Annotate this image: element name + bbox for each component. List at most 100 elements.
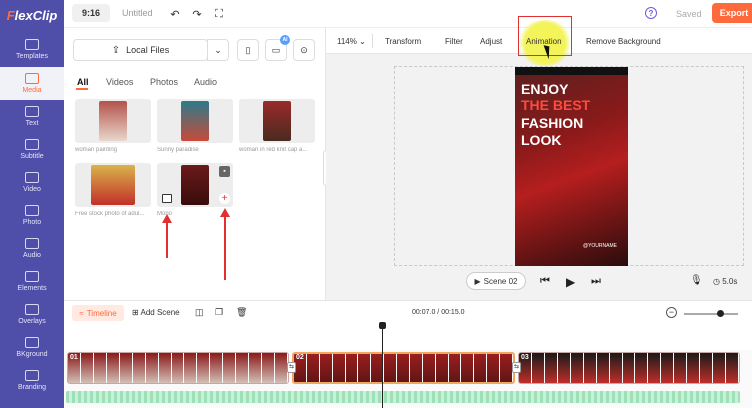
tab-videos[interactable]: Videos <box>106 77 133 87</box>
fullscreen-icon[interactable]: ⛶ <box>212 7 226 21</box>
duplicate-icon[interactable]: ❐ <box>215 307 223 318</box>
transform-button[interactable]: Transform <box>385 37 421 46</box>
clock-icon: ◷ <box>713 277 723 286</box>
clip-frame <box>609 353 622 383</box>
sidebar-item-subtitle[interactable]: Subtitle <box>0 133 64 166</box>
sidebar-label: Text <box>25 120 39 127</box>
media-thumbnail[interactable] <box>75 99 151 143</box>
clip-frame <box>332 354 345 382</box>
flexclip-logo[interactable]: FlexClip <box>0 0 64 30</box>
add-to-timeline-icon[interactable]: + <box>219 193 230 204</box>
sidebar-label: Branding <box>17 384 47 391</box>
media-thumbnail[interactable] <box>75 163 151 207</box>
export-button[interactable]: Export <box>712 3 752 23</box>
project-title[interactable]: Untitled <box>122 8 153 18</box>
timecode: 00:07.0 / 00:15.0 <box>412 309 465 316</box>
help-icon[interactable]: ? <box>645 7 657 19</box>
undo-icon[interactable]: ↶ <box>168 7 182 21</box>
clip-frame <box>184 353 197 383</box>
sidebar-item-text[interactable]: Text <box>0 100 64 133</box>
delete-icon[interactable]: ▪ <box>219 166 230 177</box>
playhead-handle[interactable] <box>379 322 386 329</box>
clip-frame <box>461 354 474 382</box>
tab-audio[interactable]: Audio <box>194 77 217 87</box>
clip-frame <box>197 353 210 383</box>
play-icon[interactable]: ▶ <box>566 275 575 289</box>
sidebar-item-bkground[interactable]: BKground <box>0 331 64 364</box>
sidebar-label: BKground <box>16 351 48 358</box>
scene-selector[interactable]: ▶ Scene 02 <box>466 272 526 290</box>
timeline-zoom-slider[interactable] <box>684 313 738 315</box>
clip-frame <box>648 353 661 383</box>
preview-text-line[interactable]: ENJOY <box>521 81 568 97</box>
sidebar-item-elements[interactable]: Elements <box>0 265 64 298</box>
playhead[interactable] <box>382 324 383 408</box>
clip-frame <box>275 353 287 383</box>
phone-upload-button[interactable]: ▯ <box>237 39 259 61</box>
preview-text-line[interactable]: THE BEST <box>521 97 590 113</box>
tab-all[interactable]: All <box>77 77 89 87</box>
zoom-dropdown[interactable]: 114% ⌄ <box>337 37 366 46</box>
redo-icon[interactable]: ↷ <box>190 7 204 21</box>
split-icon[interactable]: ◫ <box>195 307 204 318</box>
audio-track[interactable] <box>66 391 740 403</box>
sidebar-item-video[interactable]: Video <box>0 166 64 199</box>
sidebar-item-audio[interactable]: Audio <box>0 232 64 265</box>
preview-text-line[interactable]: FASHION <box>521 115 583 131</box>
scene-clip-1[interactable] <box>67 352 289 384</box>
duration-value: 5.0s <box>722 277 738 286</box>
next-icon[interactable]: ⏭ <box>591 275 601 288</box>
remove-background-button[interactable]: Remove Background <box>586 37 661 46</box>
clip-frame <box>384 354 396 382</box>
local-files-button[interactable]: ⇪ Local Files <box>73 39 208 61</box>
zoom-slider-knob[interactable] <box>717 310 724 317</box>
clip-frame <box>544 353 557 383</box>
clip-frame <box>306 354 319 382</box>
transition-icon[interactable]: ⇆ <box>287 362 296 373</box>
sidebar-item-branding[interactable]: Branding <box>0 364 64 397</box>
tab-photos[interactable]: Photos <box>150 77 178 87</box>
add-scene-button[interactable]: ⊞ Add Scene <box>132 308 180 317</box>
chat-icon: ▭ <box>271 44 281 55</box>
clip-frame <box>596 353 609 383</box>
scene-clip-2[interactable] <box>292 352 515 384</box>
microphone-icon[interactable]: 🎙 <box>690 275 703 286</box>
timeline-ruler <box>64 326 752 350</box>
delete-scene-icon[interactable]: 🗑 <box>236 307 247 318</box>
thumbnail-image <box>91 165 135 205</box>
zoom-out-icon[interactable]: − <box>666 307 677 318</box>
ai-badge: AI <box>280 35 290 45</box>
media-thumbnail[interactable] <box>239 99 315 143</box>
sidebar-item-media[interactable]: Media <box>0 67 64 100</box>
toolbar-divider <box>372 34 373 48</box>
scene-label: Scene 02 <box>483 276 518 286</box>
preview-tag[interactable]: @YOURNAME <box>583 243 617 249</box>
aspect-ratio-button[interactable]: 9:16 <box>72 4 110 22</box>
transition-icon[interactable]: ⇆ <box>512 362 521 373</box>
elements-icon <box>25 271 39 282</box>
video-preview[interactable]: ENJOY THE BEST FASHION LOOK @YOURNAME <box>515 67 628 266</box>
sidebar-item-templates[interactable]: Templates <box>0 33 64 66</box>
clip-frame <box>397 354 409 382</box>
preview-text-line[interactable]: LOOK <box>521 132 561 148</box>
clip-frame <box>93 353 106 383</box>
sidebar-label: Elements <box>17 285 47 292</box>
clip-frame <box>661 353 674 383</box>
scene-duration[interactable]: ◷ 5.0s <box>713 277 737 286</box>
sidebar-item-overlays[interactable]: Overlays <box>0 298 64 331</box>
record-icon: ⊙ <box>300 44 308 55</box>
timeline-icon: ≈ <box>79 308 84 318</box>
previous-icon[interactable]: ⏮ <box>540 275 550 288</box>
chevron-down-icon: ⌄ <box>214 44 222 55</box>
media-thumbnail[interactable] <box>157 99 233 143</box>
record-button[interactable]: ⊙ <box>293 39 315 61</box>
scene-clip-3[interactable] <box>518 352 740 384</box>
local-files-dropdown[interactable]: ⌄ <box>207 39 229 61</box>
adjust-button[interactable]: Adjust <box>480 37 502 46</box>
film-strip <box>515 67 628 75</box>
timeline-toggle[interactable]: ≈ Timeline <box>72 305 124 321</box>
saved-status: Saved <box>676 9 702 19</box>
filter-button[interactable]: Filter <box>445 37 463 46</box>
thumbnail-image <box>99 101 127 141</box>
sidebar-item-photo[interactable]: Photo <box>0 199 64 232</box>
